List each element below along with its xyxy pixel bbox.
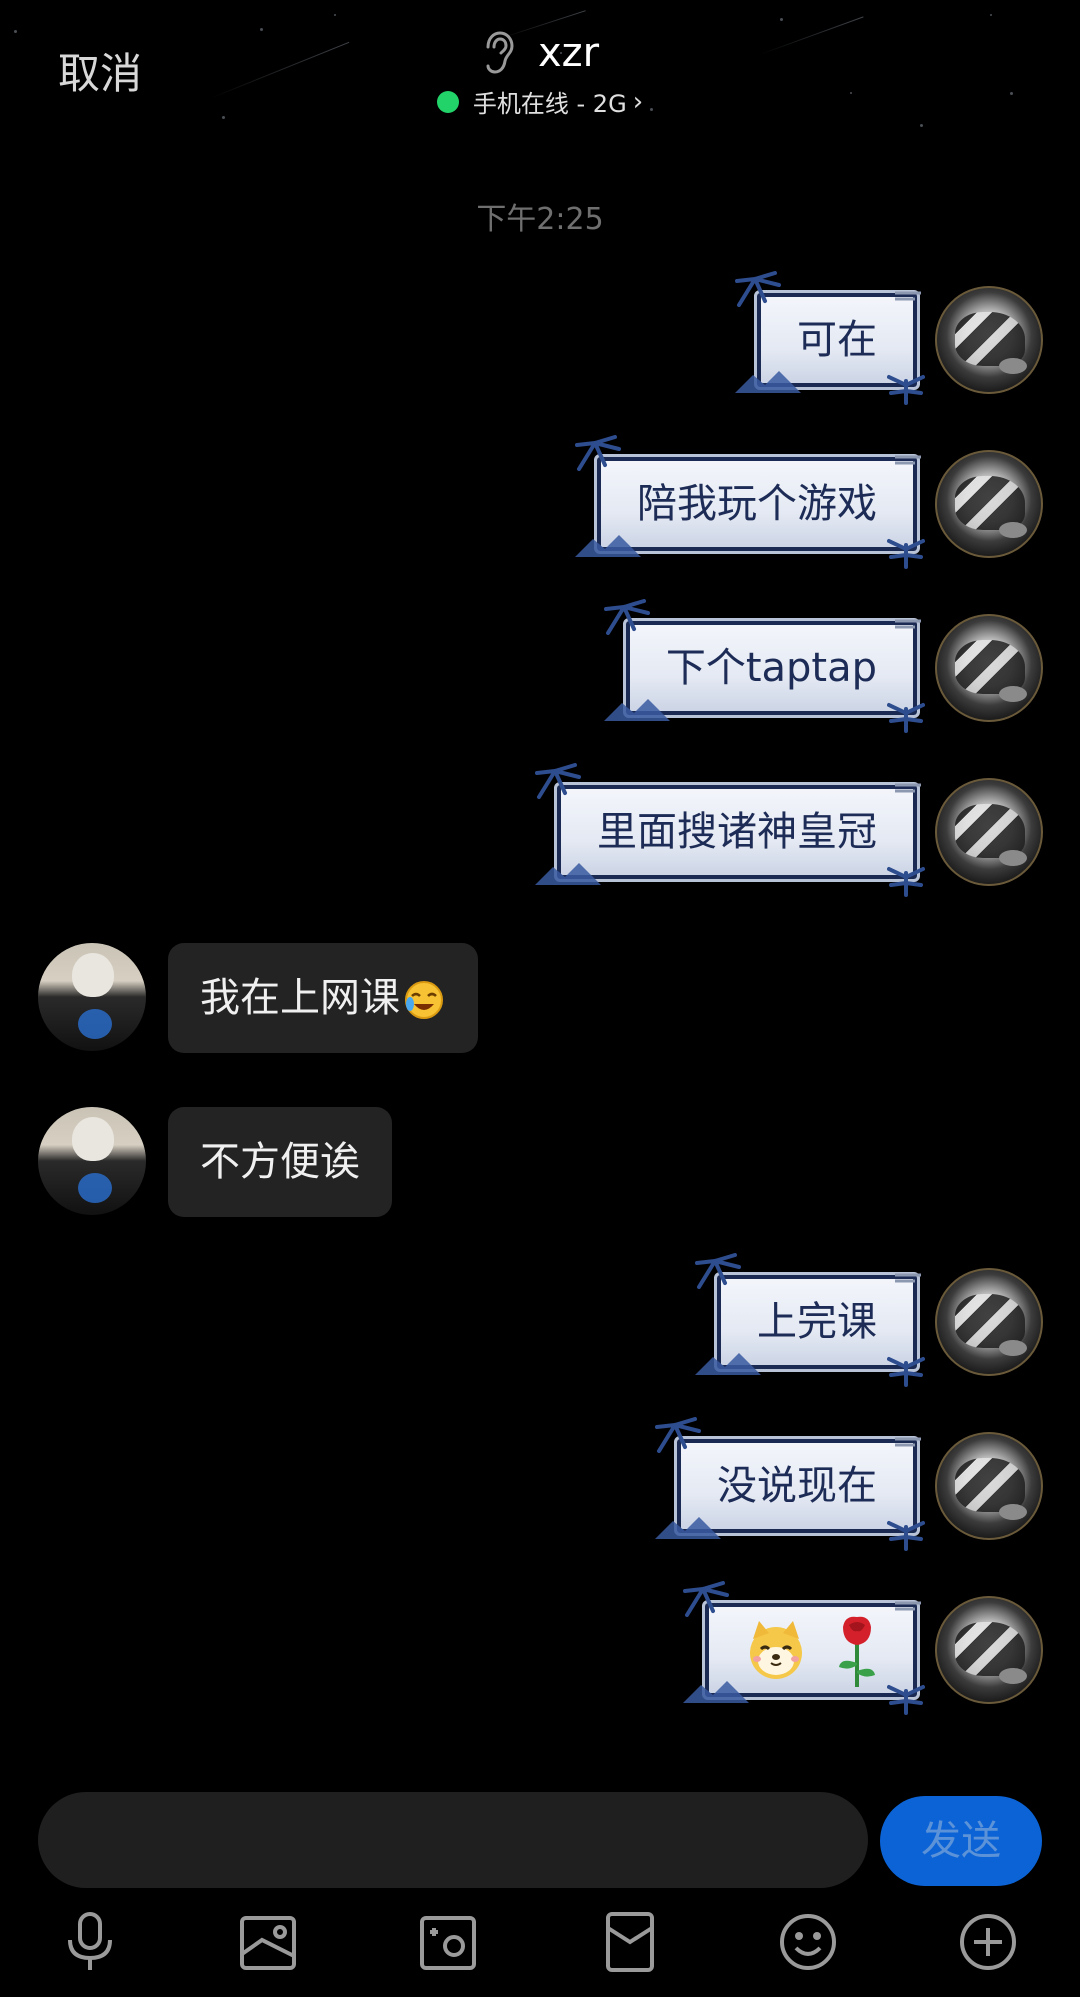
my-avatar[interactable] — [935, 1596, 1043, 1704]
message-row: 陪我玩个游戏 — [0, 435, 1080, 569]
scroll-decoration-icon — [895, 1273, 921, 1283]
my-avatar[interactable] — [935, 286, 1043, 394]
mountain-decoration-icon — [575, 535, 641, 557]
message-row: 下个taptap — [0, 599, 1080, 733]
rose-emoji-icon — [839, 1616, 875, 1687]
chat-screen: 取消 xzr 手机在线 - 2G › 下午2:25 可在 陪我玩个游戏 下个ta… — [0, 0, 1080, 1997]
message-text: 下个taptap — [665, 645, 877, 691]
message-text: 没说现在 — [717, 1463, 877, 1509]
leaf-decoration-icon — [887, 375, 925, 405]
message-text: 陪我玩个游戏 — [637, 481, 877, 527]
bottom-toolbar — [0, 1900, 1080, 1990]
dog-sticker-icon — [750, 1621, 802, 1679]
ear-icon — [486, 31, 514, 74]
send-label: 发送 — [921, 1818, 1001, 1864]
chevron-right-icon: › — [632, 86, 644, 117]
message-timestamp: 下午2:25 — [476, 202, 604, 237]
chat-header: 取消 xzr 手机在线 - 2G › — [0, 0, 1080, 150]
message-text: 上完课 — [757, 1299, 877, 1345]
red-packet-icon[interactable] — [600, 1910, 660, 1974]
message-input[interactable] — [38, 1792, 868, 1888]
scroll-decoration-icon — [895, 783, 921, 793]
sent-message-bubble[interactable]: 可在 — [735, 271, 925, 405]
plus-icon[interactable] — [958, 1910, 1018, 1974]
message-text: 可在 — [797, 317, 877, 363]
message-row: 没说现在 — [0, 1417, 1080, 1551]
contact-title[interactable]: xzr — [0, 30, 1080, 76]
message-row: 不方便诶 — [0, 1107, 1080, 1217]
message-row: 可在 — [0, 271, 1080, 405]
mountain-decoration-icon — [535, 863, 601, 885]
message-text: 里面搜诸神皇冠 — [597, 809, 877, 855]
camera-icon[interactable] — [418, 1910, 478, 1974]
message-row: 里面搜诸神皇冠 — [0, 763, 1080, 897]
contact-avatar[interactable] — [38, 943, 146, 1051]
online-indicator — [436, 90, 459, 113]
scroll-decoration-icon — [895, 455, 921, 465]
leaf-decoration-icon — [603, 599, 650, 635]
leaf-decoration-icon — [683, 1581, 729, 1617]
online-status[interactable]: 手机在线 - 2G › — [0, 84, 1080, 119]
my-avatar[interactable] — [935, 614, 1043, 722]
sent-message-bubble[interactable]: 里面搜诸神皇冠 — [535, 763, 925, 897]
my-avatar[interactable] — [935, 1268, 1043, 1376]
message-row: 我在上网课 — [0, 943, 1080, 1053]
scroll-decoration-icon — [895, 1437, 921, 1447]
scroll-decoration-icon — [895, 291, 921, 301]
leaf-decoration-icon — [887, 867, 925, 897]
my-avatar[interactable] — [935, 1432, 1043, 1540]
mountain-decoration-icon — [695, 1353, 761, 1375]
leaf-decoration-icon — [887, 539, 925, 569]
leaf-decoration-icon — [695, 1253, 741, 1289]
contact-avatar[interactable] — [38, 1107, 146, 1215]
message-row — [0, 1581, 1080, 1715]
received-message-bubble[interactable]: 不方便诶 — [168, 1107, 392, 1217]
contact-name: xzr — [537, 30, 600, 76]
mountain-decoration-icon — [683, 1681, 749, 1703]
mountain-decoration-icon — [603, 699, 670, 721]
mountain-decoration-icon — [735, 371, 801, 393]
mountain-decoration-icon — [655, 1517, 721, 1539]
leaf-decoration-icon — [887, 1685, 925, 1715]
message-text: 不方便诶 — [200, 1139, 360, 1185]
scroll-decoration-icon — [895, 1601, 921, 1611]
laugh-cry-emoji-icon — [405, 981, 443, 1019]
emoji-icon[interactable] — [778, 1910, 838, 1974]
sent-message-bubble[interactable]: 没说现在 — [655, 1417, 925, 1551]
message-text: 我在上网课 — [200, 975, 400, 1021]
received-message-bubble[interactable]: 我在上网课 — [168, 943, 478, 1053]
sent-message-bubble[interactable] — [683, 1581, 925, 1715]
microphone-icon[interactable] — [60, 1910, 120, 1974]
leaf-decoration-icon — [887, 1521, 925, 1551]
send-button[interactable]: 发送 — [880, 1796, 1042, 1886]
leaf-decoration-icon — [735, 271, 781, 307]
image-icon[interactable] — [238, 1910, 298, 1974]
sent-message-bubble[interactable]: 上完课 — [695, 1253, 925, 1387]
scroll-decoration-icon — [895, 619, 921, 629]
leaf-decoration-icon — [655, 1417, 701, 1453]
leaf-decoration-icon — [535, 763, 581, 799]
sent-message-bubble[interactable]: 下个taptap — [603, 599, 925, 733]
status-text: 手机在线 - 2G — [472, 90, 627, 118]
sent-message-bubble[interactable]: 陪我玩个游戏 — [575, 435, 925, 569]
leaf-decoration-icon — [887, 1357, 925, 1387]
leaf-decoration-icon — [887, 703, 925, 733]
my-avatar[interactable] — [935, 778, 1043, 886]
leaf-decoration-icon — [575, 435, 621, 471]
my-avatar[interactable] — [935, 450, 1043, 558]
message-row: 上完课 — [0, 1253, 1080, 1387]
